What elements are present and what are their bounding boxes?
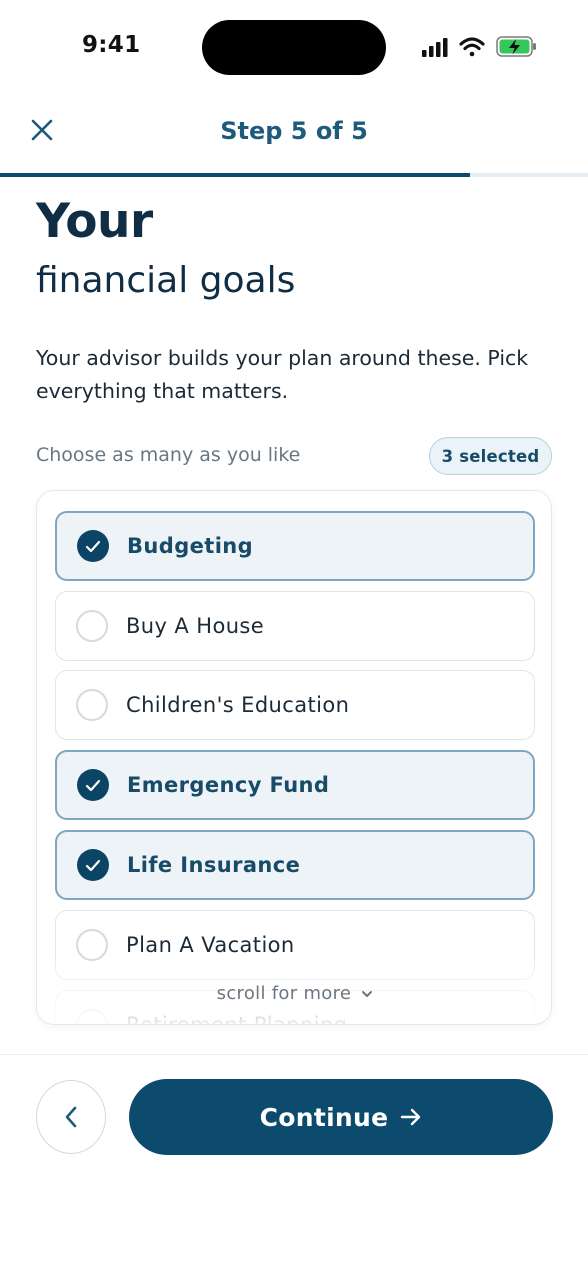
page-subtitle: financial goals	[36, 260, 296, 301]
chevron-left-icon	[65, 1106, 77, 1128]
continue-label: Continue	[259, 1102, 389, 1132]
scroll-hint-label: scroll for more	[216, 983, 352, 1004]
checkmark-icon	[77, 769, 109, 801]
goal-label: Emergency Fund	[127, 773, 330, 797]
goal-option-childrens-education[interactable]: Children's Education	[55, 670, 535, 740]
status-icons	[422, 36, 536, 57]
battery-charging-icon	[496, 36, 536, 57]
progress-fill	[0, 173, 471, 177]
progress-bar	[0, 173, 588, 177]
status-time: 9:41	[82, 32, 141, 58]
step-indicator: Step 5 of 5	[220, 117, 368, 145]
back-button[interactable]	[36, 1080, 106, 1154]
goal-label: Plan A Vacation	[126, 933, 295, 957]
arrow-right-icon	[401, 1108, 421, 1126]
footer-divider	[0, 1054, 588, 1055]
wifi-icon	[459, 37, 485, 57]
scroll-hint: scroll for more	[37, 983, 551, 1004]
selected-count-badge: 3 selected	[429, 437, 552, 475]
checkmark-icon	[77, 530, 109, 562]
chevron-down-icon	[362, 990, 373, 997]
selection-hint: Choose as many as you like	[36, 444, 301, 466]
goal-label: Children's Education	[126, 693, 350, 717]
signal-icon	[422, 38, 448, 57]
goal-label: Budgeting	[127, 534, 254, 558]
goal-label: Life Insurance	[127, 853, 301, 877]
goal-option-emergency-fund[interactable]: Emergency Fund	[55, 750, 535, 820]
continue-button[interactable]: Continue	[129, 1079, 553, 1155]
page-title: Your	[36, 194, 153, 249]
goals-screen: 9:41 Step 5 of 5 Your financial goals Yo…	[0, 0, 588, 1278]
checkbox-icon	[76, 610, 108, 642]
goal-label: Buy A House	[126, 614, 265, 638]
goals-list-card[interactable]: Budgeting Buy A House Children's Educati…	[36, 490, 552, 1025]
page-description: Your advisor builds your plan around the…	[36, 346, 529, 403]
dynamic-island	[202, 20, 386, 75]
checkbox-icon	[76, 689, 108, 721]
checkmark-icon	[77, 849, 109, 881]
checkbox-icon	[76, 929, 108, 961]
goal-option-life-insurance[interactable]: Life Insurance	[55, 830, 535, 900]
goal-option-buy-a-house[interactable]: Buy A House	[55, 591, 535, 661]
goal-option-budgeting[interactable]: Budgeting	[55, 511, 535, 581]
